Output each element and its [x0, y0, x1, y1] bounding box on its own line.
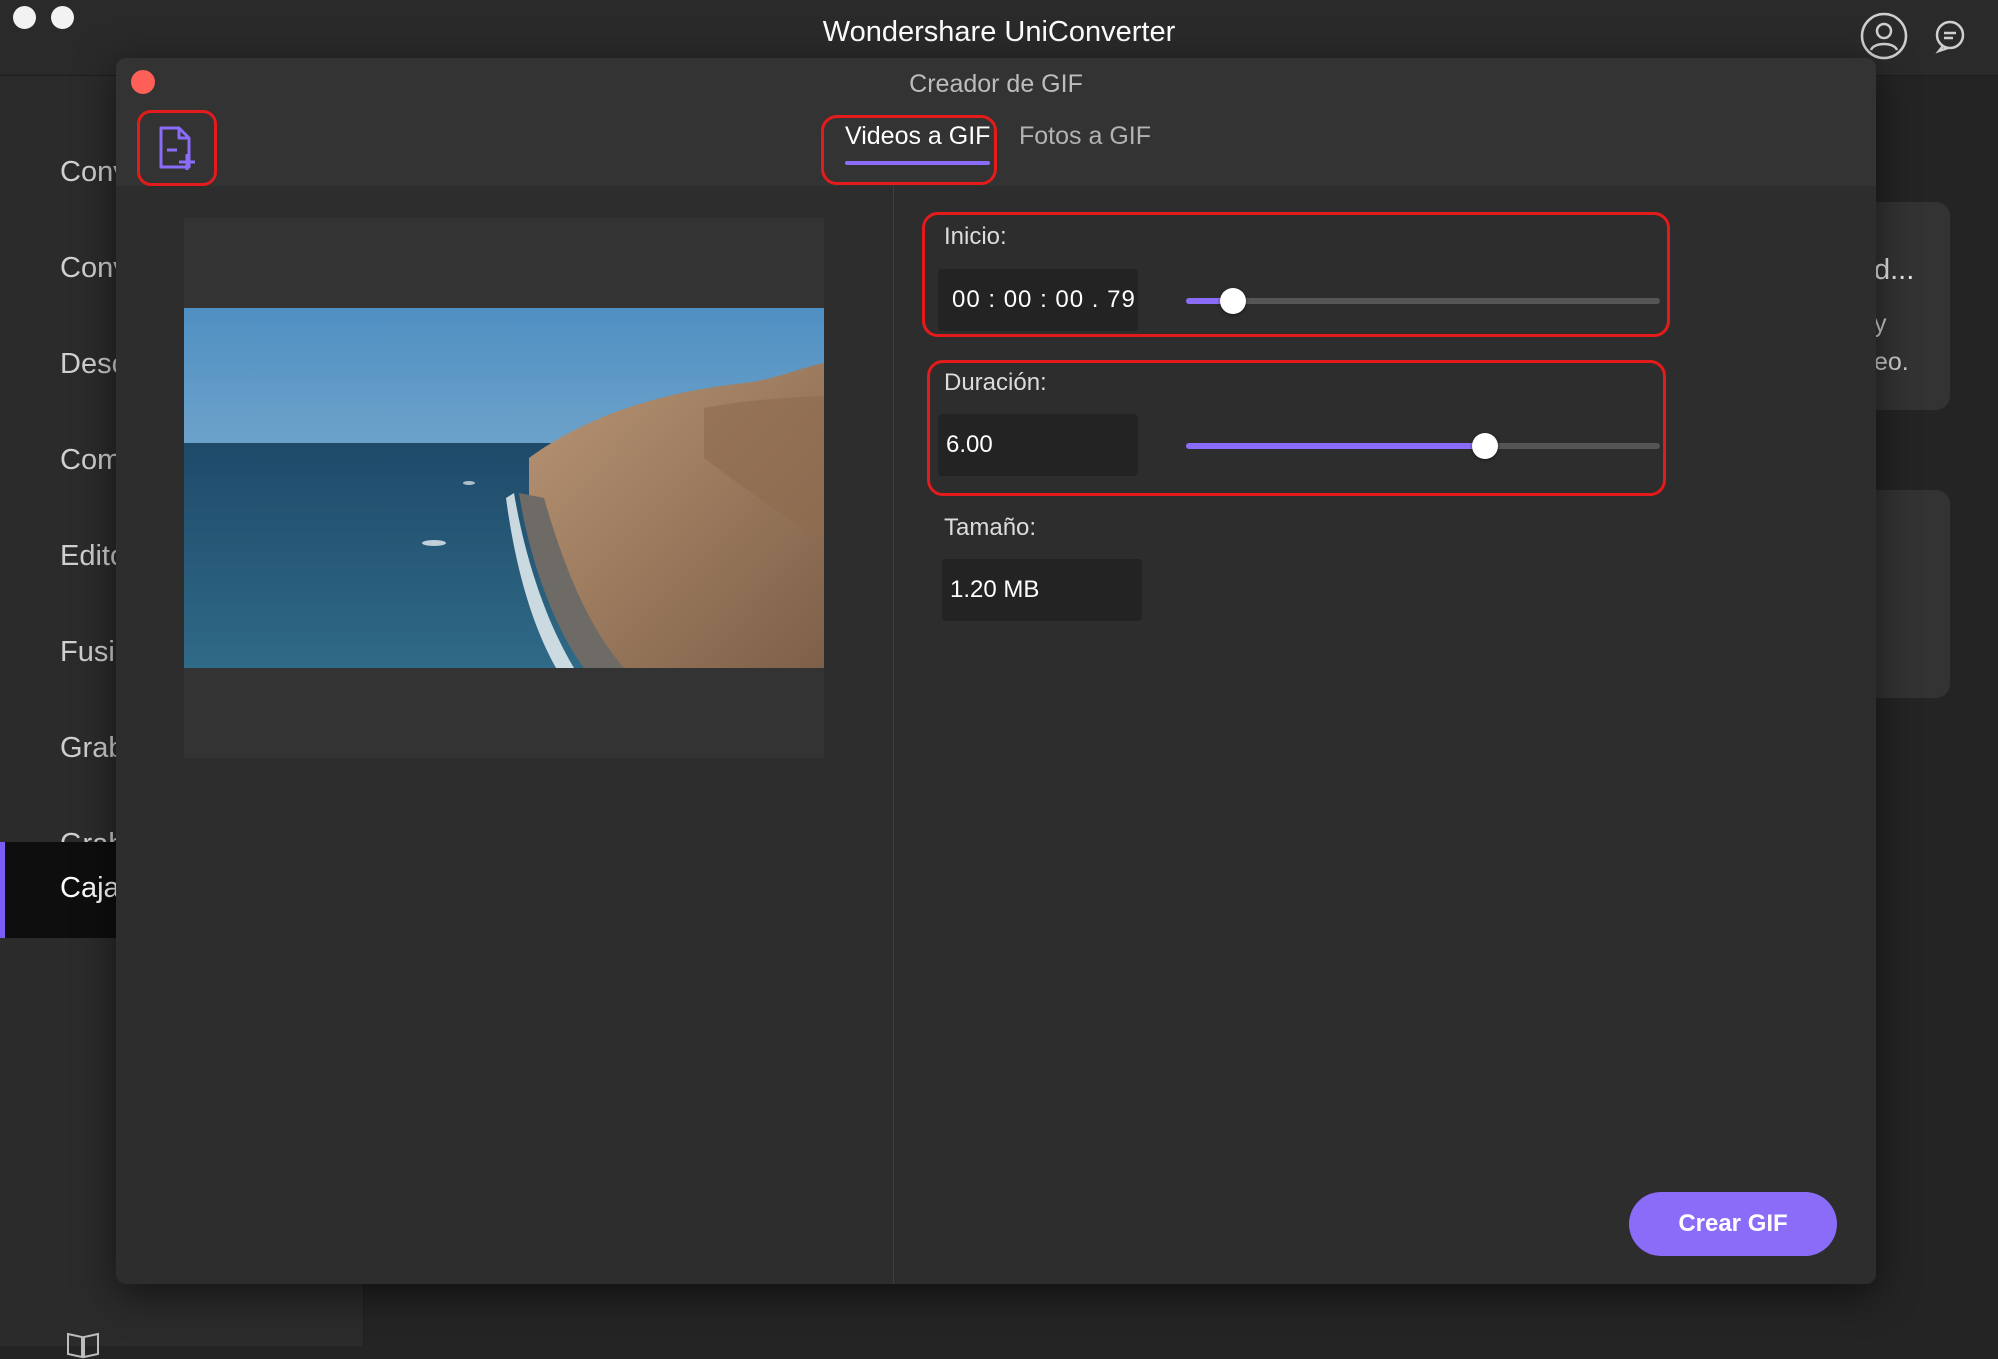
feedback-icon[interactable]: [1930, 16, 1970, 56]
dialog-title: Creador de GIF: [909, 70, 1083, 98]
start-label: Inicio:: [944, 223, 1007, 250]
duration-input[interactable]: 6.00: [938, 414, 1138, 476]
add-file-icon: [159, 126, 195, 170]
tab-photos-to-gif[interactable]: Fotos a GIF: [1019, 122, 1151, 151]
duration-slider-fill: [1186, 443, 1485, 449]
start-time-value: 00 : 00 : 00 . 79: [952, 286, 1136, 313]
book-icon[interactable]: [66, 1331, 100, 1359]
tab-videos-to-gif[interactable]: Videos a GIF: [845, 122, 991, 165]
background-card-text: eo.: [1874, 348, 1909, 376]
size-label: Tamaño:: [944, 514, 1037, 541]
start-time-input[interactable]: 00 : 00 : 00 . 79: [938, 269, 1138, 331]
duration-slider-thumb[interactable]: [1471, 433, 1498, 459]
size-field: 1.20 MB: [942, 559, 1142, 621]
video-preview-thumbnail: [184, 308, 824, 668]
duration-label: Duración:: [944, 369, 1047, 396]
duration-value: 6.00: [946, 431, 993, 458]
dialog-titlebar: Creador de GIF Videos a GIF Fotos a GIF: [116, 58, 1876, 186]
app-title: Wondershare UniConverter: [822, 16, 1176, 48]
start-slider[interactable]: [1186, 288, 1660, 314]
duration-slider[interactable]: [1186, 433, 1660, 459]
video-preview-area: [184, 218, 824, 758]
background-card-title: d...: [1874, 254, 1915, 286]
user-icon[interactable]: [1860, 12, 1908, 60]
panel-divider: [893, 186, 894, 1284]
sidebar-item-label: Caja: [60, 872, 120, 904]
size-value: 1.20 MB: [950, 576, 1040, 603]
create-gif-button[interactable]: Crear GIF: [1629, 1192, 1837, 1256]
add-file-button[interactable]: [137, 110, 217, 186]
gif-maker-dialog: Creador de GIF Videos a GIF Fotos a GIF: [116, 58, 1876, 1284]
